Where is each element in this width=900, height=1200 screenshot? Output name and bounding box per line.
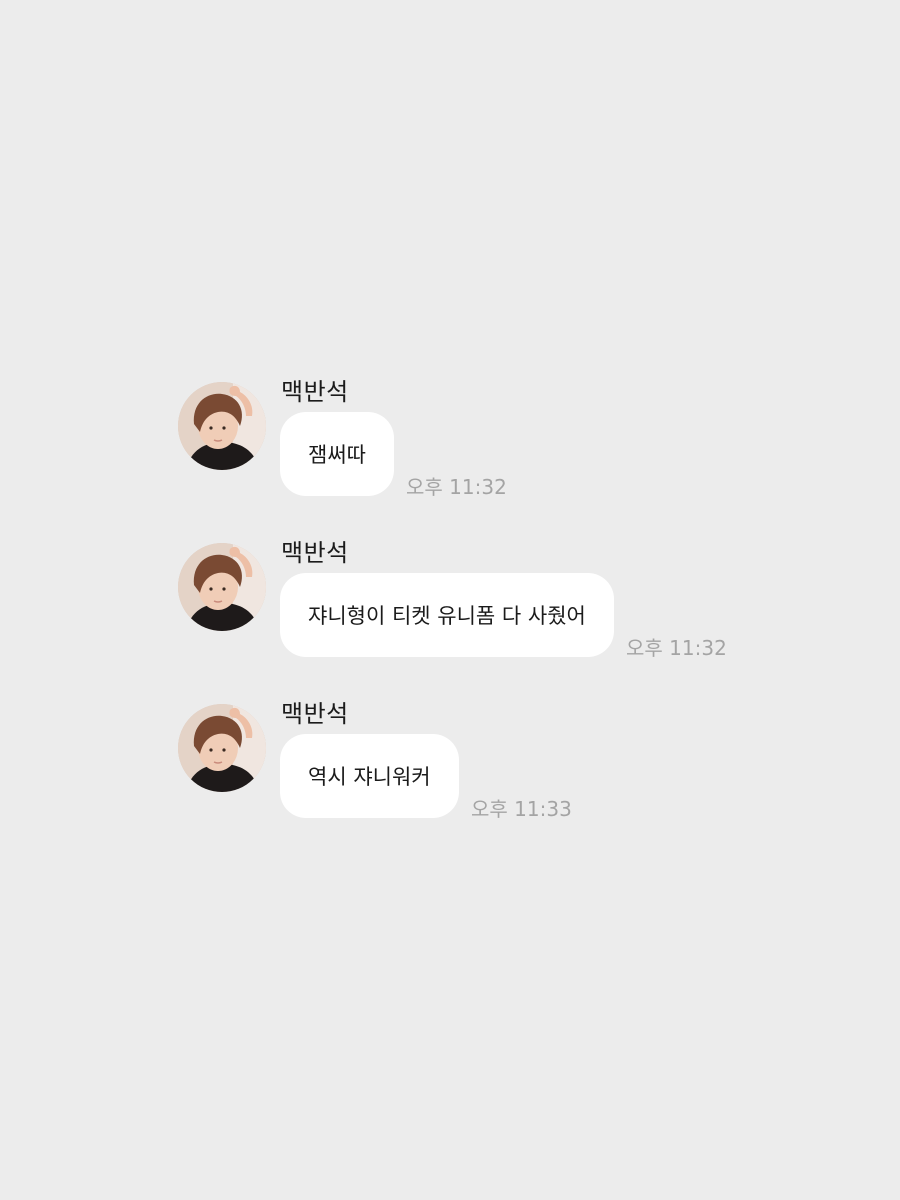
message-timestamp: 오후 11:32 <box>626 636 727 660</box>
profile-avatar[interactable] <box>178 543 266 631</box>
avatar-photo-icon <box>178 382 266 470</box>
message-bubble[interactable]: 잼써따 <box>280 412 394 496</box>
profile-avatar[interactable] <box>178 382 266 470</box>
sender-name: 맥반석 <box>281 700 349 728</box>
message-timestamp: 오후 11:33 <box>471 797 572 821</box>
message-text: 역시 쟈니워커 <box>308 765 431 789</box>
sender-name: 맥반석 <box>281 539 349 567</box>
message-timestamp: 오후 11:32 <box>406 475 507 499</box>
message-text: 잼써따 <box>308 443 366 467</box>
message-bubble[interactable]: 쟈니형이 티켓 유니폼 다 사줬어 <box>280 573 614 657</box>
message-text: 쟈니형이 티켓 유니폼 다 사줬어 <box>308 604 586 628</box>
message-bubble[interactable]: 역시 쟈니워커 <box>280 734 459 818</box>
avatar-photo-icon <box>178 543 266 631</box>
sender-name: 맥반석 <box>281 378 349 406</box>
chat-thread: 맥반석 잼써따 오후 11:32 맥반석 쟈니형이 티켓 유니폼 다 사줬어 오… <box>0 0 900 1200</box>
profile-avatar[interactable] <box>178 704 266 792</box>
avatar-photo-icon <box>178 704 266 792</box>
